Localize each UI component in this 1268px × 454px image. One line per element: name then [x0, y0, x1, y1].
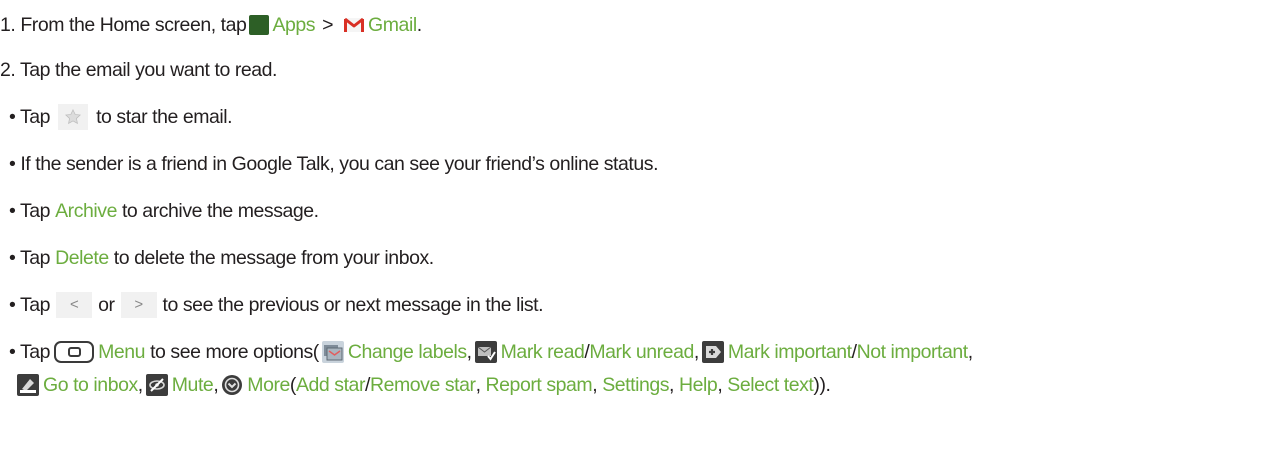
step-2: 2. Tap the email you want to read.: [0, 57, 277, 83]
bullet-text: ,: [967, 341, 973, 363]
step-1: 1. From the Home screen, tap Apps > Gmai…: [0, 12, 422, 38]
bullet-menu-continued: Go to inbox , Mute , More ( Add star / R…: [17, 372, 831, 398]
bullet-archive: • Tap Archive to archive the message.: [9, 198, 319, 224]
bullet-text: • Tap: [9, 341, 51, 363]
delete-link: Delete: [55, 247, 109, 269]
chevron-right-icon: >: [120, 292, 157, 318]
go-to-inbox-link: Go to inbox: [43, 374, 138, 396]
settings-link: Settings: [602, 374, 670, 396]
report-spam-link: Report spam: [485, 374, 593, 396]
bullet-text: • Tap: [9, 247, 51, 269]
step-2-text: 2. Tap the email you want to read.: [0, 59, 278, 81]
select-text-link: Select text: [727, 374, 814, 396]
bullet-text: to star the email.: [96, 106, 233, 128]
bullet-text: ,: [693, 341, 699, 363]
step-1-end: .: [416, 14, 422, 36]
mark-read-link: Mark read: [500, 341, 585, 363]
bullet-text: to see more options(: [150, 341, 319, 363]
bullet-text: • Tap: [9, 200, 51, 222]
bullet-text: ,: [213, 374, 219, 396]
step-1-text: 1. From the Home screen, tap: [0, 14, 247, 36]
gmail-icon: [343, 16, 365, 34]
bullet-text: or: [98, 294, 115, 316]
bullet-text: to archive the message.: [121, 200, 319, 222]
bullet-text: • Tap: [9, 106, 51, 128]
bullet-text: • Tap: [9, 294, 51, 316]
remove-star-link: Remove star: [369, 374, 476, 396]
bullet-delete: • Tap Delete to delete the message from …: [9, 245, 434, 271]
bullet-text: ,: [466, 341, 472, 363]
instructions-page: 1. From the Home screen, tap Apps > Gmai…: [0, 0, 1268, 454]
mute-icon: [145, 374, 168, 396]
add-star-link: Add star: [295, 374, 365, 396]
mute-link: Mute: [171, 374, 214, 396]
mark-read-icon: [474, 341, 497, 363]
bullet-text: to delete the message from your inbox.: [113, 247, 434, 269]
mark-unread-link: Mark unread: [589, 341, 694, 363]
bullet-text: • If the sender is a friend in Google Ta…: [9, 153, 659, 175]
not-important-link: Not important: [856, 341, 969, 363]
bullet-text: ,: [137, 374, 143, 396]
bullet-text: to see the previous or next message in t…: [162, 294, 544, 316]
mark-important-icon: [701, 341, 724, 363]
bullet-menu: • Tap Menu to see more options( Change l…: [9, 339, 973, 365]
bullet-star: • Tap to star the email.: [9, 104, 233, 130]
bullet-text: ,: [717, 374, 723, 396]
bullet-text: )).: [813, 374, 831, 396]
bullet-text: ,: [592, 374, 598, 396]
archive-link: Archive: [55, 200, 117, 222]
apps-link: Apps: [272, 14, 316, 36]
more-icon: [221, 374, 244, 396]
gmail-link: Gmail: [368, 14, 417, 36]
separator: >: [322, 14, 334, 36]
bullet-text: ,: [475, 374, 481, 396]
more-link: More: [247, 374, 290, 396]
bullet-navigate: • Tap < or > to see the previous or next…: [9, 292, 544, 318]
apps-grid-icon: [249, 15, 270, 35]
chevron-left-icon: <: [56, 292, 93, 318]
change-labels-link: Change labels: [347, 341, 467, 363]
star-icon: [58, 104, 89, 130]
change-labels-icon: [321, 341, 344, 363]
go-to-inbox-icon: [17, 374, 39, 396]
bullet-text: ,: [669, 374, 675, 396]
menu-link: Menu: [98, 341, 146, 363]
menu-key-icon: [54, 341, 95, 363]
help-link: Help: [679, 374, 718, 396]
bullet-status: • If the sender is a friend in Google Ta…: [9, 151, 658, 177]
mark-important-link: Mark important: [727, 341, 852, 363]
